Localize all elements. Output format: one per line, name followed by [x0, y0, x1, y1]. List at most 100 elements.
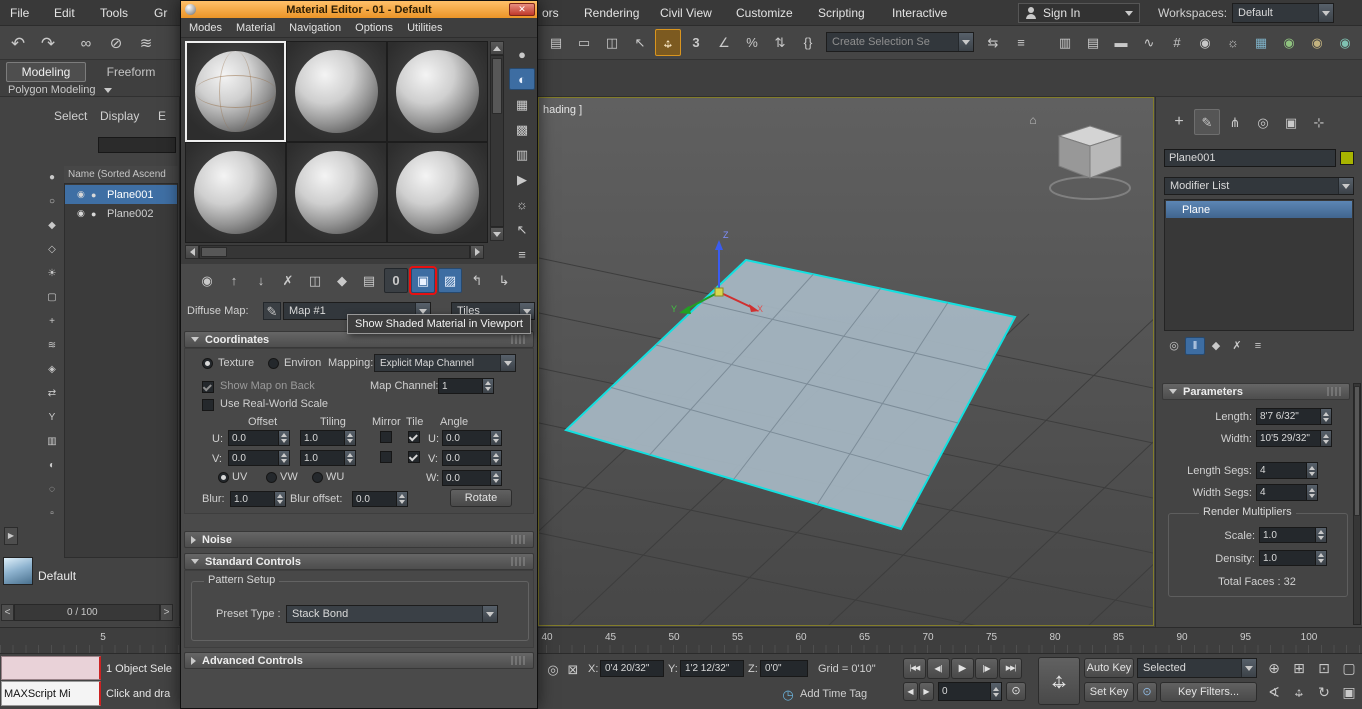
go-to-start-icon[interactable]: |◀◀	[903, 658, 926, 679]
reset-map-icon[interactable]: ✗	[276, 268, 300, 293]
menu-rendering[interactable]: Rendering	[578, 0, 645, 26]
pin-stack-icon[interactable]: ◎	[1164, 337, 1184, 355]
put-to-library-icon[interactable]: ▤	[357, 268, 381, 293]
timeline-tick[interactable]: 90	[1176, 632, 1187, 643]
toggle-scene-explorer-icon[interactable]: ▥	[1052, 29, 1078, 56]
align-icon[interactable]: ≡	[1008, 29, 1034, 56]
material-editor-icon[interactable]: ◉	[1192, 29, 1218, 56]
display-none-filter-icon[interactable]: ○	[42, 192, 62, 212]
modifier-stack-item-plane[interactable]: Plane	[1166, 201, 1352, 218]
sample-scroll-up-icon[interactable]	[490, 41, 504, 55]
explorer-menu-display[interactable]: Display	[100, 109, 139, 123]
w-angle-spinner[interactable]: 0.0	[442, 470, 502, 486]
spinner-arrows-icon[interactable]	[345, 450, 356, 466]
me-menu-navigation[interactable]: Navigation	[289, 22, 341, 34]
spinner-arrows-icon[interactable]	[279, 430, 290, 446]
spinner-snap-icon[interactable]: ⇅	[767, 29, 793, 56]
expand-panel-icon[interactable]: ▶	[4, 527, 18, 545]
me-menu-options[interactable]: Options	[355, 22, 393, 34]
modifier-list-combo[interactable]: Modifier List	[1164, 177, 1354, 195]
material-map-navigator-icon[interactable]: ≡	[509, 243, 535, 265]
map-channel-spinner[interactable]: 1	[438, 378, 494, 394]
rotate-button[interactable]: Rotate	[450, 489, 512, 507]
v-tiling-spinner[interactable]: 1.0	[300, 450, 356, 466]
orbit-icon[interactable]: ↻	[1312, 681, 1336, 703]
timeline-tick[interactable]: 95	[1240, 632, 1251, 643]
add-time-tag-label[interactable]: Add Time Tag	[800, 688, 867, 700]
me-menu-modes[interactable]: Modes	[189, 22, 222, 34]
v-angle-spinner[interactable]: 0.0	[442, 450, 502, 466]
sign-in-button[interactable]: Sign In	[1018, 3, 1140, 23]
ribbon-tab-freeform[interactable]: Freeform	[94, 62, 168, 82]
object-color-swatch[interactable]	[1340, 151, 1354, 165]
u-tile-checkbox[interactable]	[408, 431, 420, 443]
display-helpers-icon[interactable]: +	[42, 312, 62, 332]
menu-customize[interactable]: Customize	[730, 0, 799, 26]
menu-edit[interactable]: Edit	[48, 0, 81, 26]
sample-scroll-left-icon[interactable]	[185, 245, 199, 259]
percent-snap-icon[interactable]: %	[739, 29, 765, 56]
render-last-icon[interactable]: ◉	[1332, 29, 1358, 56]
render-iterative-icon[interactable]: ◉	[1304, 29, 1330, 56]
auto-key-button[interactable]: Auto Key	[1084, 658, 1134, 678]
blur-spinner[interactable]: 1.0	[230, 491, 286, 507]
make-material-copy-icon[interactable]: ◫	[303, 268, 327, 293]
rectangular-selection-region-icon[interactable]: ▭	[571, 29, 597, 56]
create-key-icon[interactable]: ⊙	[1137, 682, 1157, 702]
assign-material-to-selection-icon[interactable]: ↓	[249, 268, 273, 293]
isolate-selection-icon[interactable]: ◎	[544, 660, 562, 678]
timeline-tick[interactable]: 75	[986, 632, 997, 643]
z-coordinate-field[interactable]: 0'0"	[760, 660, 808, 677]
material-sample-slot-1[interactable]	[185, 41, 286, 142]
make-preview-icon[interactable]: ▶	[509, 168, 535, 190]
timeline-tick[interactable]: 70	[922, 632, 933, 643]
viewcube-home-icon[interactable]: ⌂	[1025, 112, 1041, 128]
spinner-arrows-icon[interactable]	[1321, 408, 1332, 425]
timeline-tick[interactable]: 60	[795, 632, 806, 643]
key-step-forward-icon[interactable]: ▶	[919, 682, 934, 701]
hierarchy-panel-tab-icon[interactable]: ⋔	[1222, 109, 1248, 135]
spinner-arrows-icon[interactable]	[397, 491, 408, 507]
select-by-material-icon[interactable]: ↖	[509, 218, 535, 240]
zoom-region-icon[interactable]: ▢	[1337, 657, 1361, 679]
spinner-arrows-icon[interactable]	[491, 450, 502, 466]
select-object-icon[interactable]: ↖	[627, 29, 653, 56]
display-materials-icon[interactable]: ◐	[42, 456, 62, 476]
explorer-name-column-header[interactable]: Name (Sorted Ascend	[64, 166, 178, 184]
texture-radio[interactable]	[202, 358, 213, 369]
set-key-button[interactable]: Set Key	[1084, 682, 1134, 702]
maxscript-mini-listener-pink[interactable]	[1, 656, 101, 680]
length-spinner[interactable]: 8'7 6/32"	[1256, 408, 1332, 425]
redo-icon[interactable]: ↷	[34, 29, 62, 57]
spinner-arrows-icon[interactable]	[279, 450, 290, 466]
field-of-view-icon[interactable]: ∢	[1262, 681, 1286, 703]
material-editor-options-icon[interactable]: ☼	[509, 193, 535, 215]
scrollbar-thumb[interactable]	[492, 58, 502, 114]
display-spacewarps-icon[interactable]: ≋	[42, 336, 62, 356]
timeline-tick[interactable]: 40	[541, 632, 552, 643]
viewport-shading-label[interactable]: hading ]	[543, 104, 582, 116]
spinner-arrows-icon[interactable]	[1307, 484, 1318, 501]
display-geometry-icon[interactable]: ◆	[42, 216, 62, 236]
timeline-tick[interactable]: 80	[1049, 632, 1060, 643]
rendered-frame-window-icon[interactable]: ▦	[1248, 29, 1274, 56]
timeline-tick[interactable]: 100	[1301, 632, 1318, 643]
window-crossing-icon[interactable]: ◫	[599, 29, 625, 56]
snaps-toggle-icon[interactable]: 3	[683, 29, 709, 56]
select-and-link-icon[interactable]: ∞	[72, 29, 100, 57]
trackbar-left-arrow-icon[interactable]: <	[1, 604, 14, 621]
material-sample-slot-2[interactable]	[286, 41, 387, 142]
x-coordinate-field[interactable]: 0'4 20/32"	[600, 660, 664, 677]
u-tiling-spinner[interactable]: 1.0	[300, 430, 356, 446]
timeline-tick[interactable]: 85	[1113, 632, 1124, 643]
backlight-icon[interactable]: ◐	[509, 68, 535, 90]
show-end-result-stack-icon[interactable]: ‖	[1185, 337, 1205, 355]
use-real-world-scale-checkbox[interactable]	[202, 399, 214, 411]
toggle-ribbon-icon[interactable]: ▬	[1108, 29, 1134, 56]
spinner-arrows-icon[interactable]	[1307, 462, 1318, 479]
timeline-tick[interactable]: 65	[859, 632, 870, 643]
zoom-icon[interactable]: ⊕	[1262, 657, 1286, 679]
select-and-move-icon[interactable]: ↔ ↕	[655, 29, 681, 56]
preset-type-combo[interactable]: Stack Bond	[286, 605, 498, 623]
edit-named-selection-sets-icon[interactable]: {}	[795, 29, 821, 56]
